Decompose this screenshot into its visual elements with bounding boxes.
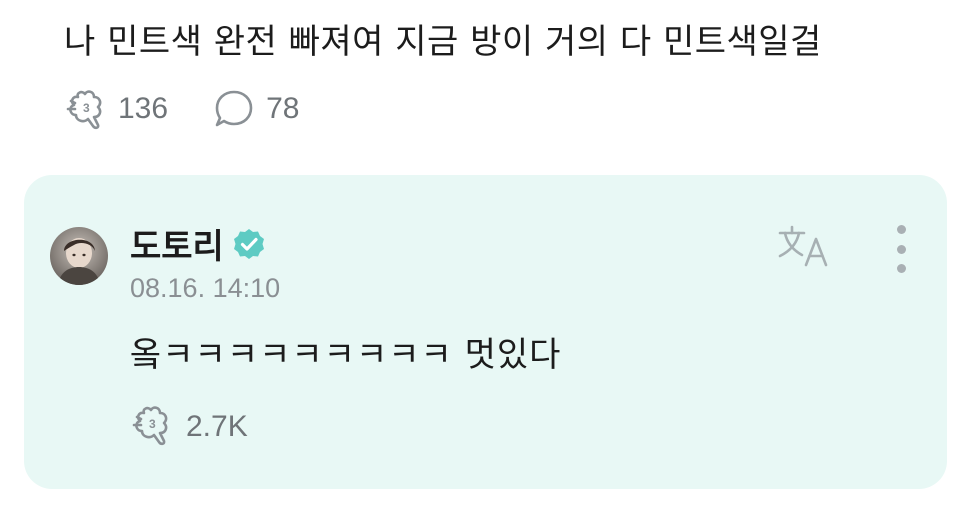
translate-icon: [776, 225, 838, 277]
more-vertical-icon: [896, 225, 906, 234]
translate-button[interactable]: [776, 223, 838, 273]
author-name[interactable]: 도토리: [130, 219, 224, 268]
post-stats: 3 136 78: [64, 86, 343, 132]
post-like-count: 136: [118, 92, 169, 125]
post-comment-count: 78: [266, 92, 300, 125]
avatar[interactable]: [50, 227, 108, 285]
author-row: 도토리: [130, 219, 266, 268]
reply-like-button[interactable]: 3 2.7K: [130, 403, 248, 451]
reaction-icon: 3: [130, 403, 178, 451]
reply-timestamp: 08.16. 14:10: [130, 273, 281, 303]
more-options-button[interactable]: [886, 225, 916, 273]
comment-bubble-icon: [212, 86, 260, 132]
post-comment-button[interactable]: 78: [212, 86, 299, 132]
svg-text:3: 3: [149, 417, 156, 431]
verified-badge-icon: [232, 227, 266, 261]
post-text: 나 민트색 완전 빠져여 지금 방이 거의 다 민트색일걸: [64, 22, 822, 62]
reaction-icon: 3: [64, 86, 112, 132]
svg-text:3: 3: [83, 101, 90, 115]
reply-like-count: 2.7K: [186, 410, 248, 443]
post-like-button[interactable]: 3 136: [64, 86, 168, 132]
reply-text: 옼ㅋㅋㅋㅋㅋㅋㅋㅋㅋ 멋있다: [130, 335, 562, 375]
reply-card: 도토리 08.16. 14:10 옼ㅋㅋㅋㅋㅋㅋㅋㅋㅋ 멋있다 3 2.7K: [24, 175, 947, 489]
